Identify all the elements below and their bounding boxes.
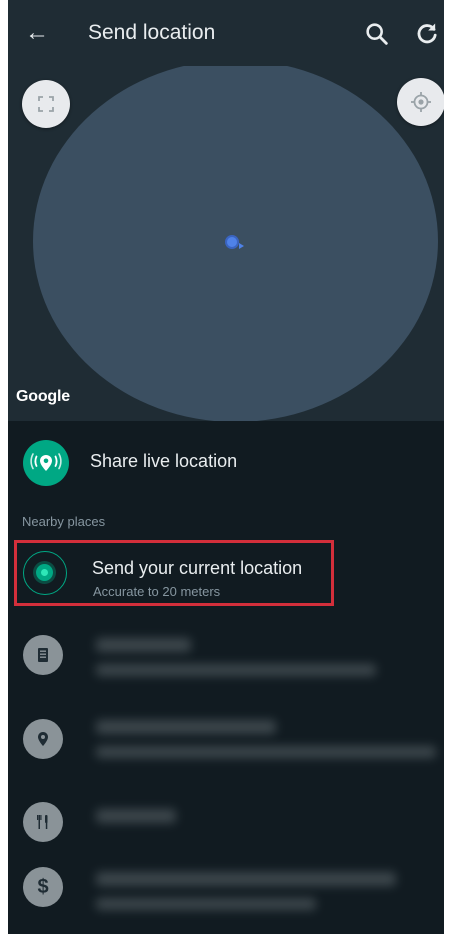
pin-icon	[23, 719, 63, 759]
nearby-place-item[interactable]	[8, 628, 444, 688]
place-name-blurred	[96, 872, 396, 886]
share-live-location-label: Share live location	[90, 451, 238, 471]
map-view[interactable]: Google	[8, 66, 444, 421]
send-location-screen: ← Send location Google Share live locati…	[8, 0, 444, 934]
refresh-button[interactable]	[413, 20, 441, 48]
nearby-place-item[interactable]: $	[8, 860, 444, 920]
place-name-blurred	[96, 809, 176, 823]
place-address-blurred	[96, 664, 376, 676]
app-bar: ← Send location	[8, 0, 444, 66]
building-icon	[23, 635, 63, 675]
current-location-title: Send your current location	[92, 558, 303, 578]
heading-indicator	[239, 243, 244, 249]
current-location-accuracy: Accurate to 20 meters	[93, 584, 221, 599]
fullscreen-icon	[38, 96, 54, 112]
restaurant-icon	[23, 802, 63, 842]
map-watermark: Google	[16, 388, 70, 405]
dollar-icon: $	[23, 867, 63, 907]
place-name-blurred	[96, 720, 276, 734]
my-location-button[interactable]	[397, 78, 444, 126]
live-location-icon	[23, 440, 69, 486]
place-address-blurred	[96, 746, 436, 758]
search-icon	[366, 23, 388, 45]
place-name-blurred	[96, 638, 191, 652]
search-button[interactable]	[363, 20, 391, 48]
fullscreen-button[interactable]	[22, 80, 70, 128]
share-live-location-item[interactable]: Share live location	[8, 436, 444, 486]
back-button[interactable]: ←	[22, 18, 52, 48]
nearby-places-header: Nearby places	[22, 514, 106, 529]
nearby-place-item[interactable]	[8, 712, 444, 772]
location-marker	[225, 235, 239, 249]
my-location-icon	[411, 92, 431, 112]
nearby-place-item[interactable]	[8, 795, 444, 855]
page-title: Send location	[88, 21, 216, 44]
refresh-icon	[417, 23, 437, 44]
place-address-blurred	[96, 898, 316, 910]
current-location-icon	[23, 551, 67, 595]
arrow-left-icon: ←	[25, 19, 49, 46]
send-current-location-item[interactable]: Send your current location Accurate to 2…	[14, 540, 334, 606]
